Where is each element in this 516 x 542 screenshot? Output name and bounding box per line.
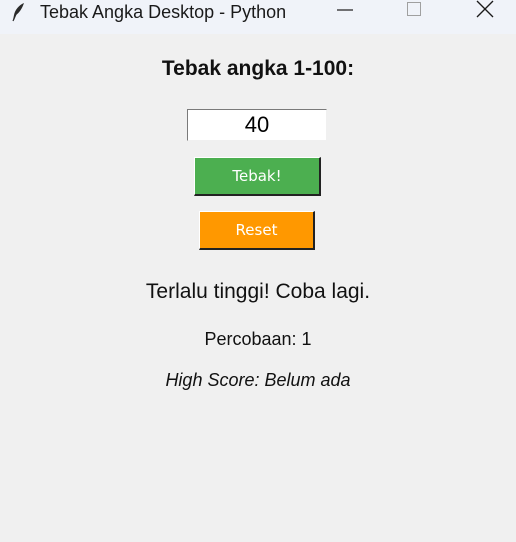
attempts-counter: Percobaan: 1 [204,329,312,349]
title-bar[interactable]: Tebak Angka Desktop - Python [0,0,516,34]
feather-icon [10,2,26,22]
guess-button[interactable]: Tebak! [194,157,321,196]
reset-button[interactable]: Reset [199,211,315,250]
prompt-heading: Tebak angka 1-100: [161,57,355,80]
maximize-icon [406,1,422,22]
guess-input[interactable] [187,109,327,141]
maximize-button[interactable] [391,0,437,22]
minimize-icon [337,1,353,22]
app-window: Tebak Angka Desktop - Python Tebak angka… [0,0,516,542]
minimize-button[interactable] [322,0,368,22]
window-title: Tebak Angka Desktop - Python [40,2,287,22]
feedback-message: Terlalu tinggi! Coba lagi. [145,280,371,303]
close-icon [476,0,494,23]
close-button[interactable] [462,0,508,22]
high-score-label: High Score: Belum ada [165,370,351,390]
